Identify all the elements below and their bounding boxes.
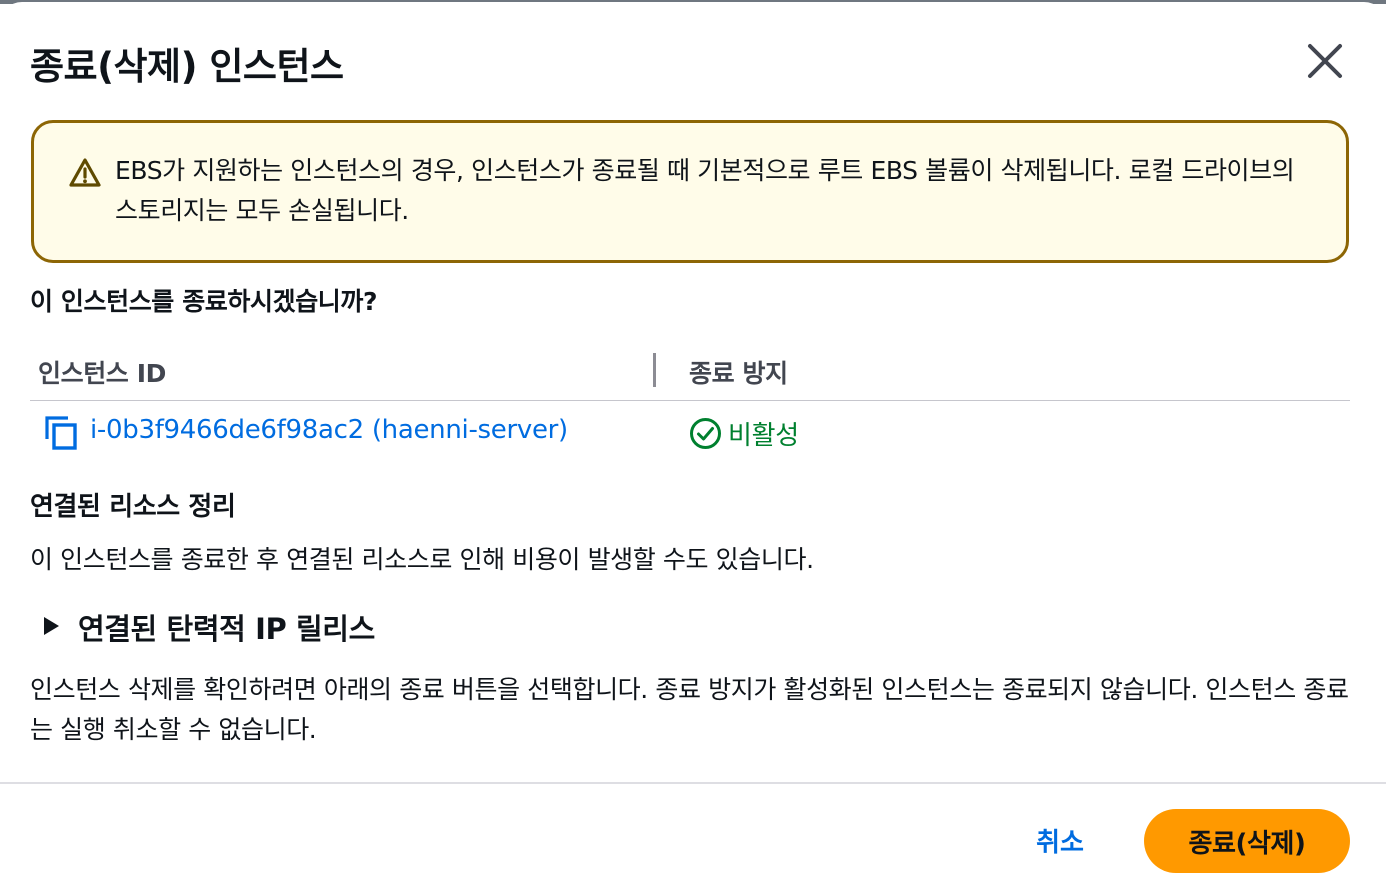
terminate-instance-dialog: 종료(삭제) 인스턴스 EBS가 지원하는 인스턴스의 경우, 인스턴스가 종료… [0,2,1386,882]
cleanup-heading: 연결된 리소스 정리 [30,492,236,522]
dialog-title: 종료(삭제) 인스턴스 [30,45,344,88]
alert-message: EBS가 지원하는 인스턴스의 경우, 인스턴스가 종료될 때 기본적으로 루트… [115,156,1295,225]
column-divider[interactable] [653,353,656,387]
close-icon [1308,44,1342,78]
warning-alert: EBS가 지원하는 인스턴스의 경우, 인스턴스가 종료될 때 기본적으로 루트… [31,120,1349,263]
check-circle-icon [690,418,721,449]
termination-protection-status: 비활성 [728,421,799,451]
column-header-protection: 종료 방지 [689,359,788,388]
cancel-button[interactable]: 취소 [1012,810,1108,870]
terminate-button[interactable]: 종료(삭제) [1144,809,1350,873]
instance-id-link[interactable]: i-0b3f9466de6f98ac2 (haenni-server) [90,415,568,445]
column-header-instance-id: 인스턴스 ID [38,359,166,388]
cleanup-description: 이 인스턴스를 종료한 후 연결된 리소스로 인해 비용이 발생할 수도 있습니… [30,545,814,574]
table-divider [30,400,1350,401]
terminate-confirmation-text: 인스턴스 삭제를 확인하려면 아래의 종료 버튼을 선택합니다. 종료 방지가 … [30,675,1349,744]
footer-divider [0,782,1386,784]
copy-icon[interactable] [44,415,78,451]
confirm-question: 이 인스턴스를 종료하시겠습니까? [30,287,378,316]
close-button[interactable] [1302,38,1348,84]
caret-right-icon [44,617,59,635]
warning-icon [69,158,101,187]
expander-label: 연결된 탄력적 IP 릴리스 [78,612,375,646]
